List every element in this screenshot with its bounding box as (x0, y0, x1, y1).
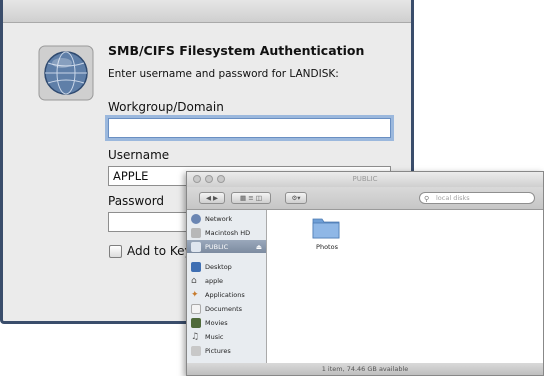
network-globe-icon (38, 45, 94, 101)
finder-sidebar: Network Macintosh HD PUBLIC ⏏ Desktop ⌂ … (187, 210, 267, 363)
sidebar-item-applications[interactable]: ✦ Applications (191, 288, 245, 301)
sidebar-item-label: Pictures (205, 346, 231, 355)
movies-icon (191, 317, 201, 328)
minimize-button[interactable] (205, 175, 213, 183)
sidebar-item-apple[interactable]: ⌂ apple (191, 274, 223, 287)
sidebar-item-macintosh-hd[interactable]: Macintosh HD (191, 226, 250, 239)
sidebar-item-label: Desktop (205, 262, 232, 271)
list-view-icon[interactable]: ≡ (248, 194, 253, 202)
home-icon: ⌂ (191, 275, 197, 286)
workgroup-field[interactable] (108, 118, 391, 138)
sidebar-item-label: Movies (205, 318, 228, 327)
server-icon (191, 241, 201, 252)
applications-icon: ✦ (191, 289, 199, 300)
sidebar-item-music[interactable]: ♫ Music (191, 330, 224, 343)
folder-label[interactable]: Photos (311, 243, 343, 251)
sidebar-item-label: apple (205, 276, 224, 285)
action-button[interactable]: ⚙▾ (285, 192, 307, 204)
finder-title: PUBLIC (352, 175, 378, 183)
dialog-titlebar[interactable] (3, 0, 411, 23)
sidebar-item-label: PUBLIC (205, 242, 229, 251)
dialog-subheading: Enter username and password for LANDISK: (108, 68, 339, 80)
sidebar-item-label: Documents (205, 304, 243, 313)
documents-icon (191, 303, 201, 314)
eject-icon[interactable]: ⏏ (256, 243, 262, 251)
keychain-checkbox[interactable] (109, 244, 122, 258)
finder-toolbar: ◀ ▶ ▦ ≡ ◫ ⚙▾ ⚲ local disks (187, 187, 543, 210)
sidebar-item-desktop[interactable]: Desktop (191, 260, 232, 273)
gear-icon[interactable]: ⚙▾ (291, 194, 300, 202)
finder-window: PUBLIC ◀ ▶ ▦ ≡ ◫ ⚙▾ ⚲ local disks Networ… (186, 171, 544, 376)
finder-titlebar[interactable]: PUBLIC (187, 172, 543, 187)
sidebar-item-label: Network (205, 214, 233, 223)
sidebar-item-public[interactable]: PUBLIC ⏏ (187, 240, 266, 253)
search-placeholder: local disks (436, 194, 470, 202)
sidebar-item-network[interactable]: Network (191, 212, 232, 225)
workgroup-label: Workgroup/Domain (108, 100, 224, 114)
window-controls (193, 175, 225, 183)
hard-drive-icon (191, 227, 201, 238)
folder-icon[interactable] (311, 214, 341, 240)
sidebar-item-label: Music (205, 332, 224, 341)
sidebar-item-documents[interactable]: Documents (191, 302, 242, 315)
column-view-icon[interactable]: ◫ (256, 194, 262, 202)
search-icon: ⚲ (424, 195, 430, 203)
network-icon (191, 213, 201, 224)
username-label: Username (108, 148, 170, 162)
finder-content: Photos (267, 210, 543, 363)
desktop-icon (191, 261, 201, 272)
icon-view-icon[interactable]: ▦ (240, 194, 246, 202)
status-bar: 1 item, 74.46 GB available (187, 363, 543, 375)
view-switcher[interactable]: ▦ ≡ ◫ (231, 192, 271, 204)
search-field[interactable]: ⚲ local disks (419, 192, 535, 204)
sidebar-item-movies[interactable]: Movies (191, 316, 228, 329)
password-label: Password (108, 194, 165, 208)
forward-arrow-icon[interactable]: ▶ (213, 194, 218, 202)
back-forward-button[interactable]: ◀ ▶ (199, 192, 225, 204)
sidebar-item-pictures[interactable]: Pictures (191, 344, 231, 357)
close-button[interactable] (193, 175, 201, 183)
pictures-icon (191, 345, 201, 356)
sidebar-item-label: Applications (205, 290, 245, 299)
dialog-heading: SMB/CIFS Filesystem Authentication (108, 43, 365, 58)
zoom-button[interactable] (217, 175, 225, 183)
sidebar-item-label: Macintosh HD (205, 228, 251, 237)
back-arrow-icon[interactable]: ◀ (206, 194, 211, 202)
music-icon: ♫ (191, 331, 200, 342)
